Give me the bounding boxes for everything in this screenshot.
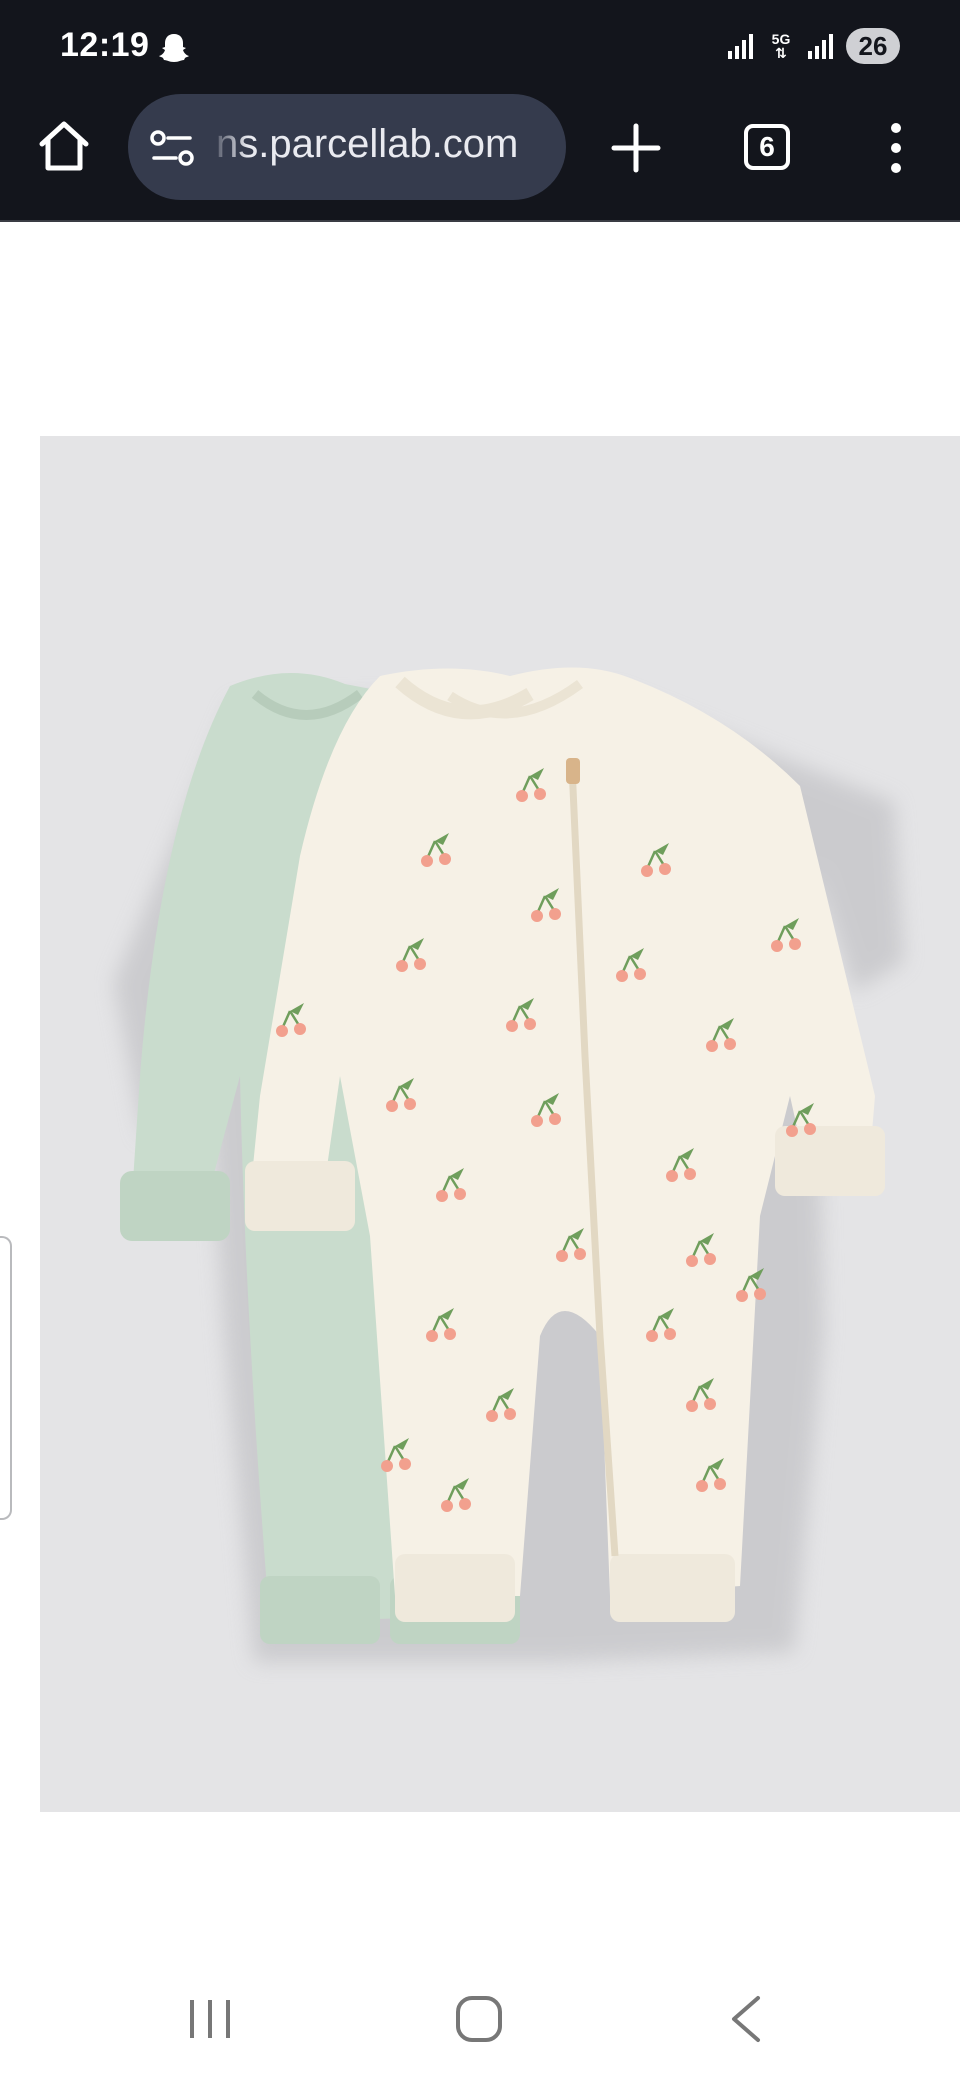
more-vert-icon[interactable] xyxy=(880,120,912,176)
sleepsuits-illustration xyxy=(114,667,904,1662)
status-icons: 5G ⇅ 26 xyxy=(726,26,900,66)
battery-level: 26 xyxy=(858,30,888,61)
browser-chrome: 12:19 5G ⇅ 26 ns.parcellab.com 6 xyxy=(0,0,960,222)
5g-icon: 5G ⇅ xyxy=(771,31,791,61)
network-badge: 5G xyxy=(771,31,791,47)
divider xyxy=(0,220,960,222)
tab-count: 6 xyxy=(759,131,775,162)
tabs-icon[interactable]: 6 xyxy=(744,124,790,170)
recents-icon[interactable] xyxy=(186,1996,234,2042)
home-icon[interactable] xyxy=(34,116,94,176)
side-panel-handle[interactable] xyxy=(0,1236,12,1520)
url-fade xyxy=(208,94,248,200)
url-bar[interactable]: ns.parcellab.com xyxy=(128,94,566,200)
system-nav-bar xyxy=(0,1940,960,2080)
home-icon[interactable] xyxy=(454,1994,504,2044)
back-icon[interactable] xyxy=(726,1994,766,2044)
signal-icon xyxy=(728,34,753,59)
site-settings-icon[interactable] xyxy=(150,128,194,168)
url-text[interactable]: ns.parcellab.com xyxy=(216,122,518,167)
battery-icon: 26 xyxy=(846,28,900,64)
product-image[interactable] xyxy=(40,436,960,1812)
plus-icon[interactable] xyxy=(608,120,664,176)
status-time: 12:19 xyxy=(60,26,150,64)
snapchat-icon xyxy=(159,34,189,62)
signal-icon xyxy=(808,34,833,59)
